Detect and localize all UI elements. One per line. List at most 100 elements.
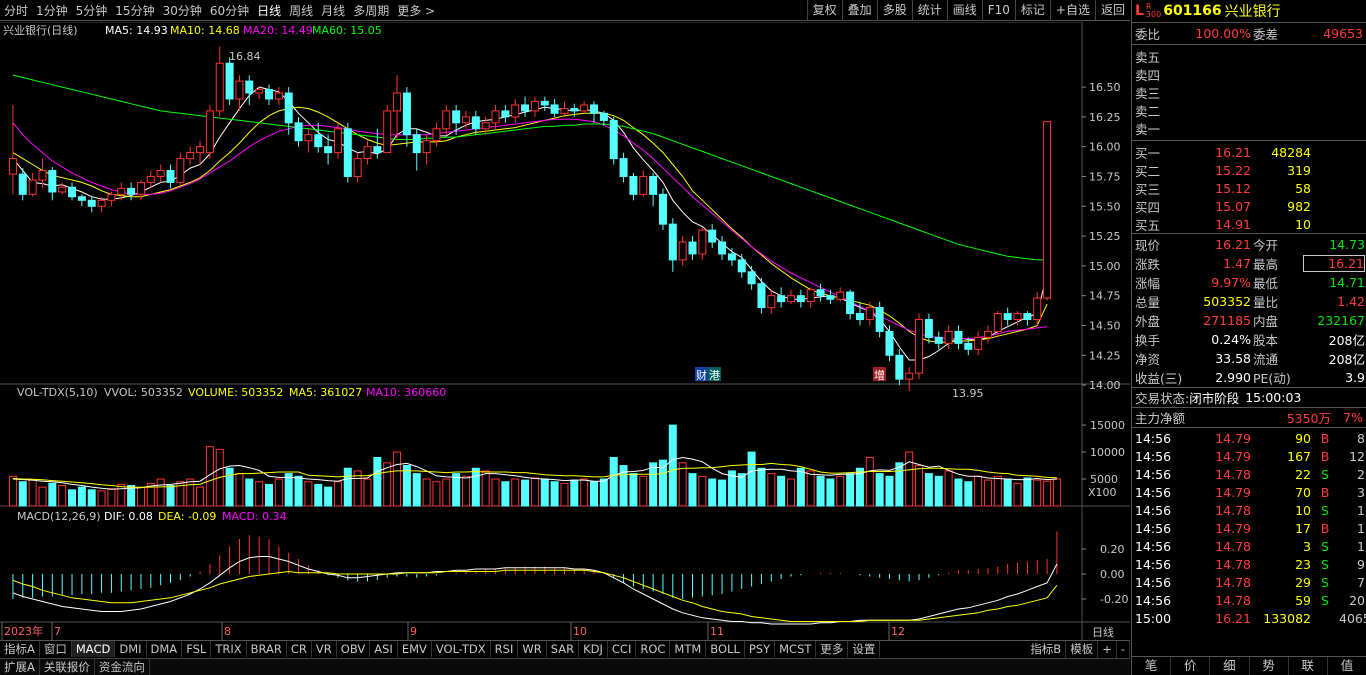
draw-button[interactable]: 画线 — [946, 0, 982, 21]
fund-flow-tab[interactable]: 资金流向 — [95, 659, 150, 675]
ma10-line — [12, 106, 1048, 343]
indicator-tab[interactable]: OBV — [337, 641, 371, 657]
volume-bar — [412, 473, 421, 507]
macd-tick-label: 0.00 — [1100, 568, 1125, 581]
indicator-tab[interactable]: RSI — [491, 641, 519, 657]
candle-body — [944, 330, 953, 344]
period-5min[interactable]: 5分钟 — [72, 2, 112, 19]
mark-button[interactable]: 标记 — [1014, 0, 1050, 21]
candle-body — [658, 193, 667, 225]
indicator-tab[interactable]: ASI — [370, 641, 398, 657]
template-tab[interactable]: 模板 — [1066, 641, 1099, 658]
indicator-tab[interactable]: EMV — [398, 641, 432, 657]
indicator-tab[interactable]: VR — [312, 641, 337, 657]
candle-body — [718, 241, 727, 255]
indicator-tab[interactable]: SAR — [547, 641, 580, 657]
overlay-button[interactable]: 叠加 — [841, 0, 877, 21]
indicator-tab-more[interactable]: 更多 — [816, 641, 849, 657]
fuquan-button[interactable]: 复权 — [806, 0, 842, 21]
tick-side: S — [1321, 574, 1329, 590]
stat-label: PE(动) — [1253, 371, 1291, 386]
tick-price: 16.21 — [1215, 610, 1251, 626]
stats-button[interactable]: 统计 — [911, 0, 947, 21]
side-tab-lian[interactable]: 联 — [1289, 657, 1328, 675]
period-weekly[interactable]: 周线 — [285, 2, 317, 19]
indicator-tab[interactable]: MTM — [670, 641, 707, 657]
tick-time: 14:56 — [1135, 592, 1172, 608]
tick-volume: 29 — [1295, 574, 1311, 590]
tick-row: 14:56 14.79 167 B 12 — [1132, 447, 1366, 465]
tick-volume: 23 — [1295, 556, 1311, 572]
indicator-tab[interactable]: FSL — [182, 641, 212, 657]
indicator-tab-settings[interactable]: 设置 — [848, 641, 881, 657]
add-watchlist-button[interactable]: +自选 — [1049, 0, 1095, 21]
indicator-tab-macd[interactable]: MACD — [71, 641, 116, 657]
indicator-tab[interactable]: KDJ — [579, 641, 608, 657]
candle-body — [905, 372, 914, 380]
buy-price: 16.21 — [1215, 144, 1251, 160]
stat-value: 0.24% — [1211, 332, 1251, 347]
volume-bar — [481, 470, 490, 507]
indicator-b-tab[interactable]: 指标B — [1026, 641, 1067, 658]
period-monthly[interactable]: 月线 — [317, 2, 349, 19]
candle-body — [412, 134, 421, 154]
side-tab-zhi[interactable]: 值 — [1328, 657, 1366, 675]
period-60min[interactable]: 60分钟 — [206, 2, 253, 19]
volume-bar — [136, 486, 145, 507]
indicator-tab[interactable]: CCI — [608, 641, 637, 657]
back-button[interactable]: 返回 — [1094, 0, 1130, 21]
tick-list[interactable]: 14:56 14.79 90 B 8 14:56 14.79 167 B 12 14:56 14.78… — [1132, 427, 1366, 627]
indicator-tab[interactable]: DMA — [147, 641, 183, 657]
period-1min[interactable]: 1分钟 — [32, 2, 72, 19]
period-more[interactable]: 更多 > — [393, 2, 439, 19]
volume-bar — [461, 475, 470, 507]
indicator-tab[interactable]: MCST — [775, 641, 817, 657]
sell-row: 卖三 — [1132, 83, 1366, 101]
tick-side: S — [1321, 538, 1329, 554]
indicator-tab[interactable]: TRIX — [211, 641, 247, 657]
stat-label: 收益(三) — [1135, 371, 1183, 386]
indicator-tab[interactable]: BRAR — [247, 641, 287, 657]
extend-a-tab[interactable]: 扩展A — [0, 659, 40, 675]
candle-body — [461, 116, 470, 124]
volume-bar — [294, 475, 303, 507]
indicator-tab[interactable]: WR — [518, 641, 547, 657]
indicator-tab[interactable]: CR — [287, 641, 312, 657]
period-30min[interactable]: 30分钟 — [159, 2, 206, 19]
tick-time: 14:56 — [1135, 502, 1172, 518]
multi-stock-button[interactable]: 多股 — [876, 0, 912, 21]
f10-button[interactable]: F10 — [981, 0, 1015, 21]
volume-bar — [649, 462, 658, 507]
candle-body — [304, 134, 313, 142]
indicator-tab[interactable]: BOLL — [706, 641, 745, 657]
side-tab-bi[interactable]: 笔 — [1132, 657, 1172, 675]
add-panel-button[interactable]: + — [1098, 641, 1117, 658]
indicator-tab[interactable]: ROC — [636, 641, 671, 657]
remove-panel-button[interactable]: - — [1117, 641, 1130, 658]
side-tab-shi[interactable]: 势 — [1250, 657, 1289, 675]
volume-bar — [846, 473, 855, 507]
period-multi[interactable]: 多周期 — [349, 2, 393, 19]
indicator-tab[interactable]: PSY — [745, 641, 776, 657]
volume-bar — [836, 475, 845, 507]
side-tab-jia[interactable]: 价 — [1171, 657, 1211, 675]
side-tab-xi[interactable]: 细 — [1210, 657, 1250, 675]
period-daily[interactable]: 日线 — [253, 2, 285, 19]
candle-body — [639, 175, 648, 195]
related-quote-tab[interactable]: 关联报价 — [40, 659, 95, 675]
volume-bar — [245, 478, 254, 507]
kline-chart[interactable]: 16.50 16.25 16.00 15.75 15.50 15.25 15.00 14.75… — [0, 22, 1130, 640]
indicator-tab[interactable]: VOL-TDX — [432, 641, 491, 657]
buy-row: 买四 15.07 982 — [1132, 197, 1366, 215]
indicator-tab[interactable]: 指标A — [0, 641, 40, 657]
trade-status-row: 交易状态: 闭市阶段 15:00:03 — [1132, 387, 1366, 407]
indicator-tab[interactable]: DMI — [115, 641, 147, 657]
stat-value: 16.21 — [1215, 237, 1251, 252]
period-fenshi[interactable]: 分时 — [0, 2, 32, 19]
volume-bar — [1052, 478, 1061, 507]
candle-body — [274, 92, 283, 100]
period-15min[interactable]: 15分钟 — [111, 2, 158, 19]
net-flow-value: 5350万 — [1286, 411, 1331, 426]
stat-value: 14.71 — [1329, 275, 1365, 290]
indicator-tab[interactable]: 窗口 — [40, 641, 72, 657]
